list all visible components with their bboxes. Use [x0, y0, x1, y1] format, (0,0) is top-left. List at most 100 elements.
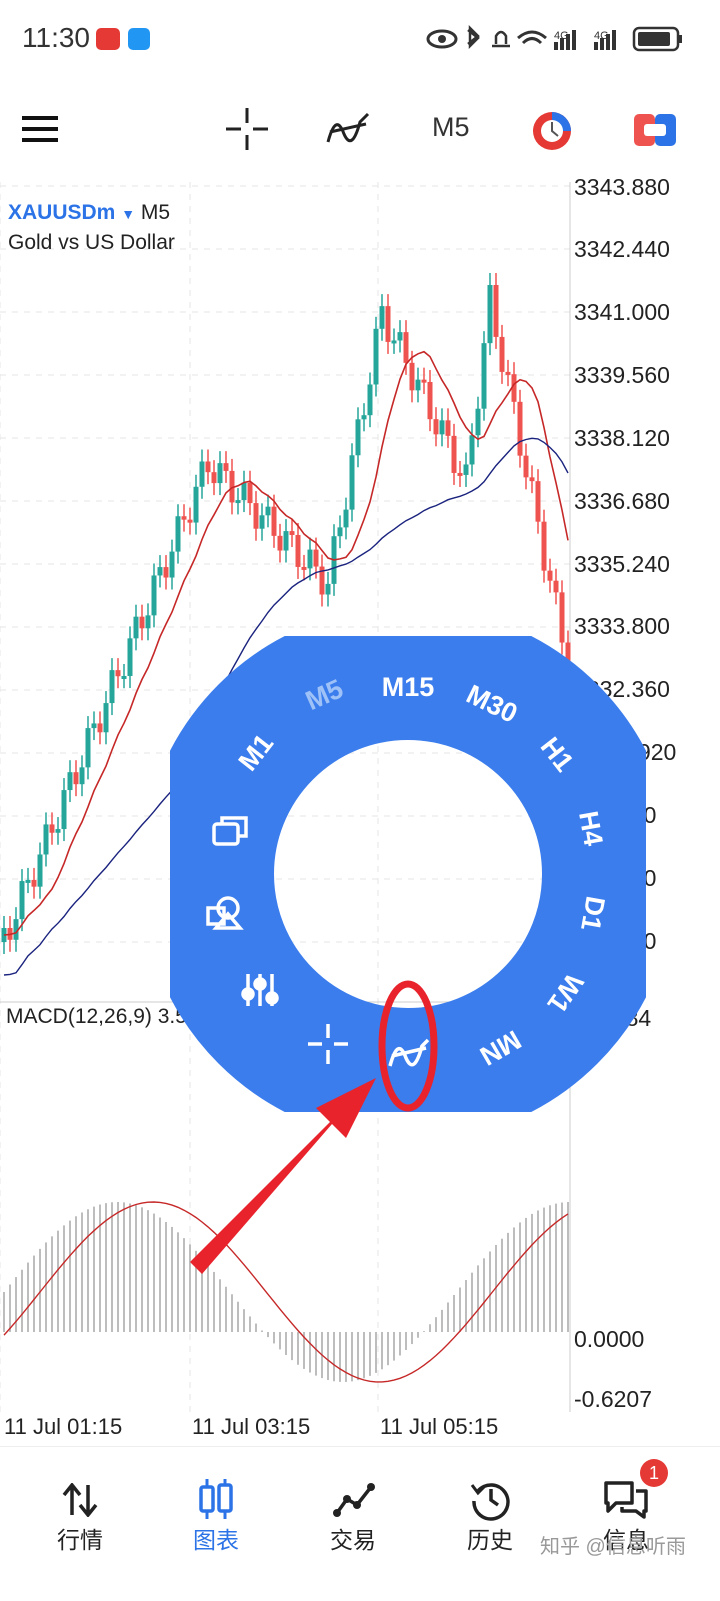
watermark: 知乎 @信息听雨 — [540, 1536, 686, 1558]
candle-body — [421, 379, 427, 383]
candle-body — [43, 824, 49, 855]
notification-badge: 1 — [640, 1459, 668, 1487]
candle-body — [481, 343, 487, 409]
candle-body — [475, 408, 481, 436]
candle-body — [205, 461, 211, 473]
candle-body — [523, 455, 529, 478]
candle-body — [373, 328, 379, 385]
candle-body — [547, 570, 553, 581]
symbol-name[interactable]: XAUUSDm ▼ M5 — [8, 201, 170, 225]
chart-candles-icon — [199, 1479, 233, 1519]
price-tick: 3338.120 — [574, 425, 670, 451]
candle-body — [439, 420, 445, 435]
candle-body — [211, 472, 217, 484]
symbol-dropdown-icon[interactable]: ▼ — [121, 206, 135, 222]
candle-body — [223, 463, 229, 471]
candle-body — [19, 881, 25, 920]
annotation-overlay — [190, 980, 438, 1274]
pointer-arrow — [190, 1078, 376, 1274]
menu-icon[interactable] — [22, 114, 58, 144]
timeframe-button[interactable]: M5 — [432, 112, 470, 143]
ring-item-m15[interactable]: M15 — [382, 672, 435, 702]
nav-trade-label: 交易 — [330, 1527, 376, 1553]
price-tick: 3342.440 — [574, 236, 670, 262]
candle-body — [403, 332, 409, 363]
nav-history[interactable]: 历史 — [440, 1447, 540, 1597]
indicators-icon[interactable] — [326, 110, 370, 150]
candle-body — [133, 616, 139, 639]
candle-body — [235, 500, 241, 504]
candle-body — [529, 477, 535, 482]
candle-body — [157, 567, 163, 576]
candle-body — [85, 728, 91, 768]
candle-body — [301, 566, 307, 570]
candle-body — [361, 415, 367, 420]
messages-icon — [604, 1481, 648, 1519]
candle-body — [355, 419, 361, 456]
symbol-description: Gold vs US Dollar — [8, 231, 175, 254]
ring-item-h4[interactable]: H4 — [573, 809, 609, 848]
nav-trade[interactable]: 交易 — [303, 1447, 403, 1597]
candle-body — [445, 420, 451, 436]
candle-body — [61, 790, 67, 830]
candle-body — [55, 829, 61, 833]
candle-body — [415, 379, 421, 391]
candle-body — [451, 435, 457, 473]
candle-body — [337, 527, 343, 537]
candle-body — [193, 486, 199, 523]
time-tick: 11 Jul 05:15 — [380, 1414, 499, 1439]
trade-icon — [333, 1483, 375, 1517]
candle-body — [277, 535, 283, 551]
candle-body — [517, 401, 523, 456]
crosshair-icon[interactable] — [226, 108, 268, 150]
candle-body — [109, 670, 115, 704]
candle-body — [463, 464, 469, 475]
candle-body — [397, 332, 403, 341]
candle-body — [559, 592, 565, 643]
candle-body — [187, 519, 193, 523]
candle-body — [457, 472, 463, 476]
candle-body — [367, 384, 373, 416]
candle-body — [91, 723, 97, 729]
candle-body — [313, 549, 319, 567]
time-tick: 11 Jul 01:15 — [4, 1414, 123, 1439]
candle-body — [325, 583, 331, 595]
candle-body — [103, 703, 109, 733]
candle-body — [259, 515, 265, 529]
candle-body — [247, 482, 253, 504]
candle-body — [37, 854, 43, 887]
bottom-navigation: 行情 图表 交易 历史 信息 — [0, 1446, 720, 1601]
candle-body — [499, 336, 505, 372]
price-tick: 3339.560 — [574, 362, 670, 388]
candle-body — [343, 509, 349, 528]
candle-body — [145, 615, 151, 629]
candle-body — [25, 879, 31, 883]
time-tick: 11 Jul 03:15 — [192, 1414, 311, 1439]
candle-body — [295, 534, 301, 567]
status-bar: 11:30 4G 4G — [0, 0, 720, 80]
candle-body — [139, 616, 145, 629]
candle-body — [487, 284, 493, 344]
price-tick: 3335.240 — [574, 551, 670, 577]
nav-chart[interactable]: 图表 — [166, 1447, 266, 1597]
price-tick: 3343.880 — [574, 174, 670, 200]
macd-tick: -0.6207 — [574, 1386, 653, 1412]
candle-body — [493, 284, 499, 337]
candle-body — [121, 675, 127, 679]
candle-body — [307, 549, 313, 569]
candle-body — [31, 879, 37, 887]
candle-body — [217, 463, 223, 484]
candle-body — [163, 567, 169, 578]
history-icon — [470, 1483, 510, 1521]
candle-body — [181, 516, 187, 520]
candle-body — [175, 516, 181, 552]
chart-toolbar: M5 — [0, 80, 720, 180]
status-time: 11:30 — [22, 22, 90, 53]
candle-body — [127, 638, 133, 676]
nav-quotes[interactable]: 行情 — [30, 1447, 130, 1597]
ring-item-d1[interactable]: D1 — [575, 894, 611, 933]
account-switch-icon[interactable] — [531, 110, 573, 152]
nav-chart-label: 图表 — [193, 1527, 239, 1553]
candle-body — [541, 521, 547, 571]
one-click-trading-icon[interactable] — [634, 114, 676, 146]
